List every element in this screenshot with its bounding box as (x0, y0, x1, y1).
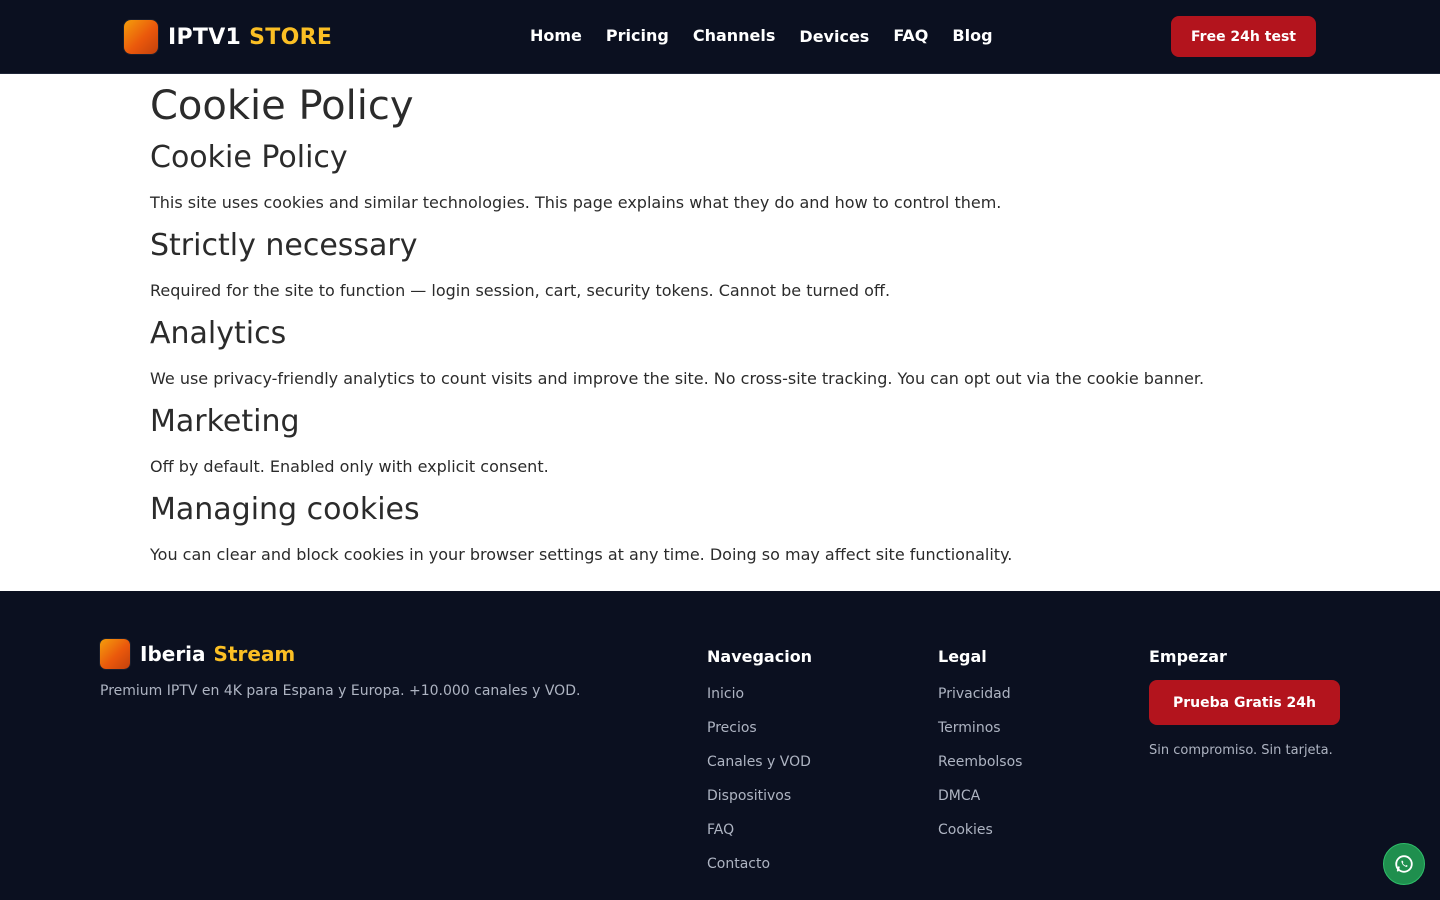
footer-nav-title: Navegacion (707, 647, 813, 666)
cookie-policy-content: Cookie Policy Cookie Policy This site us… (150, 74, 1290, 566)
section-heading-marketing: Marketing (150, 404, 300, 439)
footer-link-contacto[interactable]: Contacto (707, 855, 812, 873)
footer-link-cookies[interactable]: Cookies (938, 821, 1022, 839)
nav-link-faq[interactable]: FAQ (893, 24, 928, 48)
section-text-managing-cookies: You can clear and block cookies in your … (150, 545, 1013, 564)
site-footer: Iberia Stream Premium IPTV en 4K para Esp… (0, 591, 1440, 900)
footer-link-dmca[interactable]: DMCA (938, 787, 1022, 805)
footer-link-precios[interactable]: Precios (707, 719, 812, 737)
section-text-analytics: We use privacy-friendly analytics to cou… (150, 369, 1205, 388)
footer-free-trial-button[interactable]: Prueba Gratis 24h (1149, 680, 1340, 725)
section-heading-analytics: Analytics (150, 316, 287, 351)
footer-link-terminos[interactable]: Terminos (938, 719, 1022, 737)
whatsapp-chat-button[interactable] (1383, 843, 1425, 885)
footer-link-inicio[interactable]: Inicio (707, 685, 812, 703)
nav-link-home[interactable]: Home (530, 24, 582, 48)
footer-start-column: Empezar (1149, 647, 1227, 667)
footer-brand-secondary: Stream (213, 642, 296, 666)
page-title: Cookie Policy (150, 83, 414, 129)
section-text-marketing: Off by default. Enabled only with explic… (150, 457, 549, 476)
nav-link-pricing[interactable]: Pricing (606, 24, 669, 48)
section-heading-managing-cookies: Managing cookies (150, 492, 420, 527)
main-nav: Home Pricing Channels Devices FAQ Blog (530, 24, 1017, 48)
nav-link-blog[interactable]: Blog (952, 24, 992, 48)
whatsapp-icon (1395, 855, 1413, 873)
footer-nav-column: Navegacion Inicio Precios Canales y VOD … (707, 647, 812, 873)
footer-description: Premium IPTV en 4K para Espana y Europa.… (100, 683, 581, 699)
free-trial-button[interactable]: Free 24h test (1171, 16, 1316, 57)
section-text-cookie-policy: This site uses cookies and similar techn… (150, 193, 1002, 212)
footer-link-reembolsos[interactable]: Reembolsos (938, 753, 1022, 771)
section-heading-cookie-policy: Cookie Policy (150, 140, 348, 175)
nav-link-channels[interactable]: Channels (693, 24, 776, 48)
nav-link-devices[interactable]: Devices (799, 25, 869, 49)
footer-link-privacidad[interactable]: Privacidad (938, 685, 1022, 703)
header-brand-secondary: STORE (249, 24, 333, 50)
section-heading-strictly-necessary: Strictly necessary (150, 228, 418, 263)
header-brand-primary: IPTV1 (168, 24, 242, 50)
header-brand-name: IPTV1 STORE (168, 25, 332, 50)
top-navigation-bar: IPTV1 STORE Home Pricing Channels Devices… (0, 0, 1440, 74)
footer-link-dispositivos[interactable]: Dispositivos (707, 787, 812, 805)
header-brand-link[interactable]: IPTV1 STORE (124, 20, 332, 54)
footer-start-title: Empezar (1149, 647, 1227, 666)
footer-brand-link[interactable]: Iberia Stream (100, 639, 295, 669)
footer-link-faq[interactable]: FAQ (707, 821, 812, 839)
footer-brand-name: Iberia Stream (140, 642, 295, 666)
brand-logo-icon (124, 20, 158, 54)
footer-legal-column: Legal Privacidad Terminos Reembolsos DMC… (938, 647, 1022, 839)
footer-link-canales-vod[interactable]: Canales y VOD (707, 753, 812, 771)
footer-start-note: Sin compromiso. Sin tarjeta. (1149, 743, 1333, 758)
section-text-strictly-necessary: Required for the site to function — logi… (150, 281, 891, 300)
footer-brand-primary: Iberia (140, 642, 206, 666)
footer-logo-icon (100, 639, 130, 669)
footer-legal-title: Legal (938, 647, 987, 666)
